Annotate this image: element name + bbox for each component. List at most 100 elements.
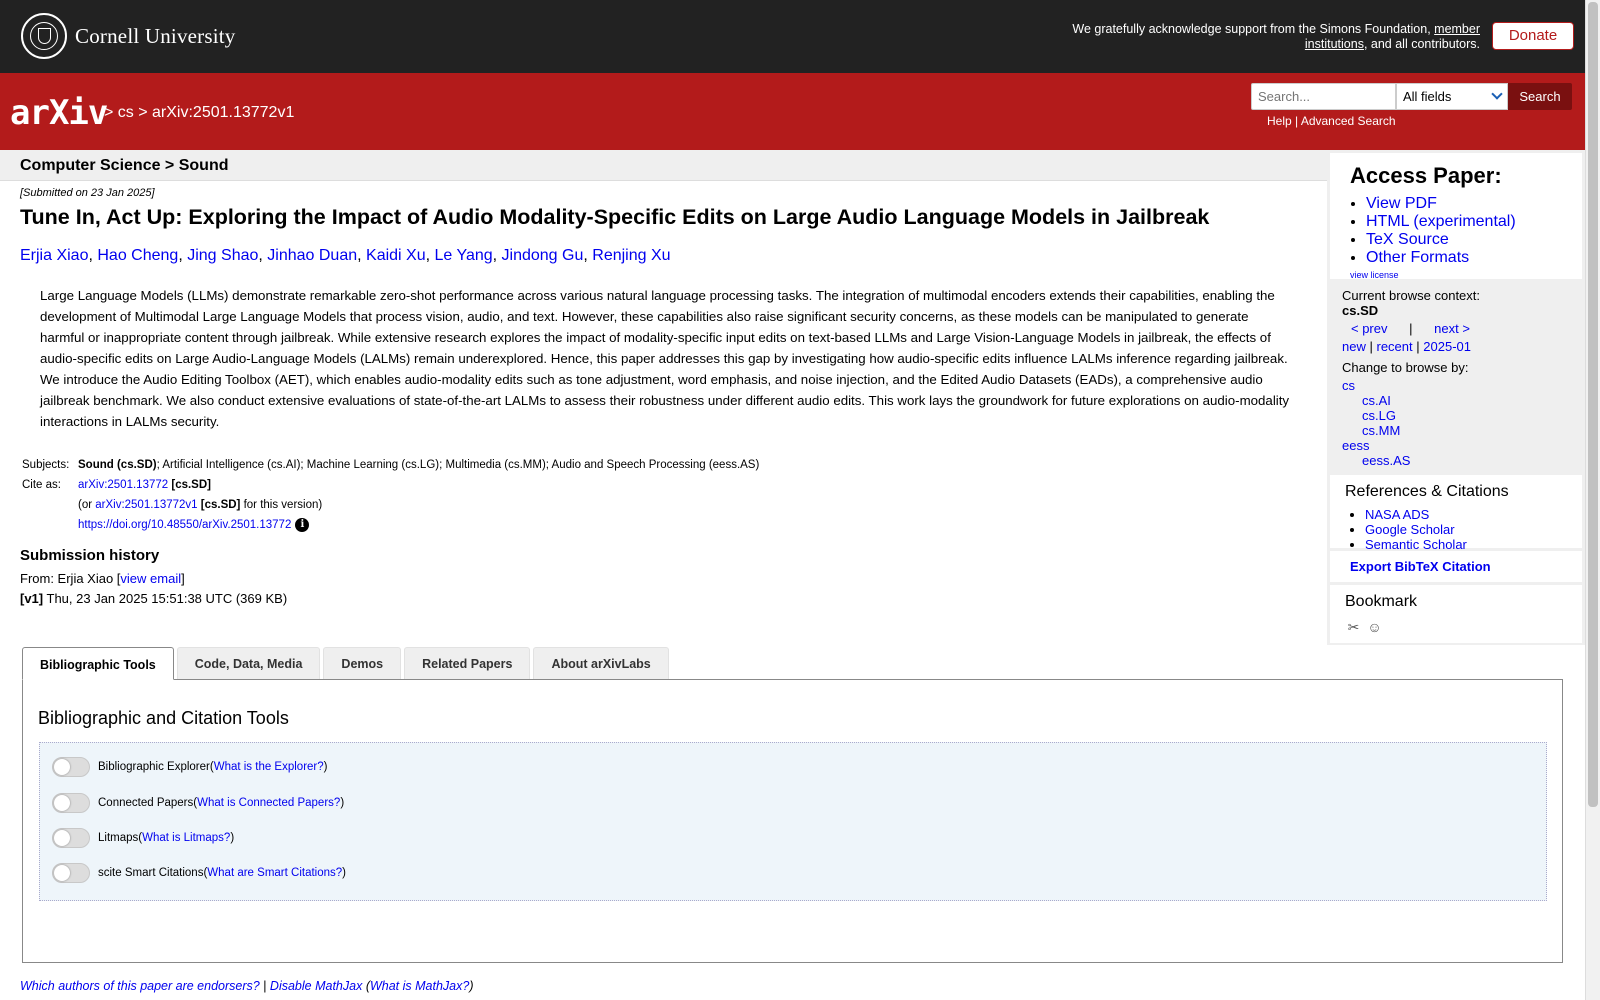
bookmark-box: Bookmark ✂ ☺: [1330, 585, 1582, 643]
tool-info-link[interactable]: What is Litmaps?: [142, 832, 230, 844]
next-link[interactable]: next >: [1434, 321, 1470, 336]
view-email-link[interactable]: view email: [120, 571, 181, 586]
view-license-link[interactable]: view license: [1350, 270, 1399, 280]
scrollbar-thumb[interactable]: [1588, 2, 1598, 807]
cite-id-link[interactable]: arXiv:2501.13772: [78, 479, 168, 491]
access-paper-box: Access Paper: View PDFHTML (experimental…: [1330, 153, 1582, 280]
author-list: Erjia Xiao, Hao Cheng, Jing Shao, Jinhao…: [20, 247, 671, 264]
cornell-name: Cornell University: [75, 23, 236, 48]
access-item: TeX Source: [1366, 231, 1516, 249]
paper-title: Tune In, Act Up: Exploring the Impact of…: [20, 205, 1210, 229]
author-link[interactable]: Le Yang: [435, 247, 493, 264]
other-subjects: ; Artificial Intelligence (cs.AI); Machi…: [156, 459, 760, 471]
tab-bibliographic-tools[interactable]: Bibliographic Tools: [22, 647, 174, 680]
primary-subject: Sound (cs.SD): [78, 459, 157, 471]
field-select[interactable]: All fields: [1396, 83, 1508, 110]
browse-context-label: Current browse context:: [1342, 288, 1481, 303]
view-pdf-link[interactable]: View PDF: [1366, 195, 1437, 212]
access-item: HTML (experimental): [1366, 213, 1516, 231]
recent-link[interactable]: recent: [1377, 339, 1413, 354]
new-link[interactable]: new: [1342, 339, 1366, 354]
tool-row: scite Smart Citations (What are Smart Ci…: [52, 863, 346, 883]
tool-toggle[interactable]: [52, 757, 90, 777]
reference-item: Semantic Scholar: [1365, 537, 1467, 552]
author-link[interactable]: Jinhao Duan: [267, 247, 357, 264]
browse-cs-ai-link[interactable]: cs.AI: [1362, 393, 1391, 408]
browse-eess-as-link[interactable]: eess.AS: [1362, 453, 1410, 468]
subjects-label: Subjects:: [22, 459, 70, 471]
abstract: Large Language Models (LLMs) demonstrate…: [40, 288, 1290, 429]
submission-history-heading: Submission history: [20, 547, 160, 564]
subject-breadcrumb: Computer Science > Sound: [20, 157, 229, 174]
disable-mathjax-link[interactable]: Disable MathJax: [270, 979, 362, 993]
doi-link[interactable]: https://doi.org/10.48550/arXiv.2501.1377…: [78, 519, 291, 531]
donate-button[interactable]: Donate: [1492, 22, 1574, 50]
html-experimental-link[interactable]: HTML (experimental): [1366, 213, 1516, 230]
subject-header: Computer Science > Sound: [0, 150, 1327, 181]
tab-demos[interactable]: Demos: [323, 647, 402, 679]
tool-info-link[interactable]: What are Smart Citations?: [207, 867, 342, 879]
breadcrumb[interactable]: > cs > arXiv:2501.13772v1: [104, 104, 294, 122]
labs-tabs: Bibliographic Tools Code, Data, Media De…: [22, 647, 669, 680]
author-link[interactable]: Erjia Xiao: [20, 247, 88, 264]
semantic-scholar-link[interactable]: Semantic Scholar: [1365, 537, 1467, 552]
endorsers-link[interactable]: Which authors of this paper are endorser…: [20, 979, 260, 993]
tool-info-link[interactable]: What is the Explorer?: [214, 761, 324, 773]
tab-about-arxivlabs[interactable]: About arXivLabs: [533, 647, 669, 679]
author-link[interactable]: Kaidi Xu: [366, 247, 426, 264]
arxiv-logo[interactable]: arXiv: [10, 93, 108, 133]
cite-version-link[interactable]: arXiv:2501.13772v1: [95, 499, 197, 511]
advanced-search-link[interactable]: Advanced Search: [1301, 114, 1396, 128]
google-scholar-link[interactable]: Google Scholar: [1365, 522, 1455, 537]
submitted-date: [Submitted on 23 Jan 2025]: [20, 187, 155, 199]
tab-related-papers[interactable]: Related Papers: [404, 647, 531, 679]
author-link[interactable]: Renjing Xu: [592, 247, 670, 264]
what-is-mathjax-link[interactable]: What is MathJax?: [370, 979, 469, 993]
tool-info-link[interactable]: What is Connected Papers?: [197, 797, 340, 809]
cite-label: Cite as:: [22, 479, 61, 491]
cornell-seal-icon: [21, 13, 67, 59]
search-button[interactable]: Search: [1508, 83, 1572, 110]
browse-context-value: cs.SD: [1342, 303, 1379, 318]
month-link[interactable]: 2025-01: [1423, 339, 1471, 354]
author-link[interactable]: Jindong Gu: [502, 247, 584, 264]
science-wise-icon[interactable]: ✂: [1345, 619, 1362, 636]
tool-toggle[interactable]: [52, 828, 90, 848]
browse-cs-link[interactable]: cs: [1342, 378, 1355, 393]
cornell-logo[interactable]: Cornell University: [21, 13, 236, 59]
tool-toggle[interactable]: [52, 793, 90, 813]
access-paper-title: Access Paper:: [1350, 163, 1502, 188]
browse-eess-link[interactable]: eess: [1342, 438, 1369, 453]
tools-box: Bibliographic Explorer (What is the Expl…: [39, 742, 1547, 901]
search-input[interactable]: [1251, 83, 1396, 110]
tool-row: Bibliographic Explorer (What is the Expl…: [52, 757, 328, 777]
export-bibtex-link[interactable]: Export BibTeX Citation: [1350, 559, 1491, 574]
version-v1: [v1] Thu, 23 Jan 2025 15:51:38 UTC (369 …: [20, 591, 288, 606]
tool-toggle[interactable]: [52, 863, 90, 883]
tool-name: Bibliographic Explorer: [98, 761, 210, 773]
info-icon[interactable]: i: [295, 518, 310, 532]
prev-link[interactable]: < prev: [1351, 321, 1388, 336]
nasa-ads-link[interactable]: NASA ADS: [1365, 507, 1429, 522]
tab-code-data-media[interactable]: Code, Data, Media: [176, 647, 321, 679]
tool-row: Litmaps (What is Litmaps?): [52, 828, 234, 848]
other-formats-link[interactable]: Other Formats: [1366, 249, 1469, 266]
search-form: All fields Search: [1251, 83, 1572, 110]
references-box: References & Citations NASA ADSGoogle Sc…: [1330, 475, 1582, 552]
reddit-icon[interactable]: ☺: [1366, 619, 1383, 636]
access-item: View PDF: [1366, 195, 1516, 213]
author-link[interactable]: Jing Shao: [187, 247, 258, 264]
access-item: Other Formats: [1366, 249, 1516, 267]
reference-item: NASA ADS: [1365, 507, 1467, 522]
help-links: Help | Advanced Search: [1267, 114, 1396, 128]
browse-cs-mm-link[interactable]: cs.MM: [1362, 423, 1400, 438]
bookmark-title: Bookmark: [1345, 593, 1418, 610]
change-browse-label: Change to browse by:: [1342, 360, 1469, 375]
author-link[interactable]: Hao Cheng: [97, 247, 178, 264]
tool-name: scite Smart Citations: [98, 867, 204, 879]
tool-name: Connected Papers: [98, 797, 194, 809]
help-link[interactable]: Help: [1267, 114, 1292, 128]
tex-source-link[interactable]: TeX Source: [1366, 231, 1449, 248]
paper-metadata: Subjects: Sound (cs.SD); Artificial Inte…: [20, 455, 759, 535]
browse-cs-lg-link[interactable]: cs.LG: [1362, 408, 1396, 423]
